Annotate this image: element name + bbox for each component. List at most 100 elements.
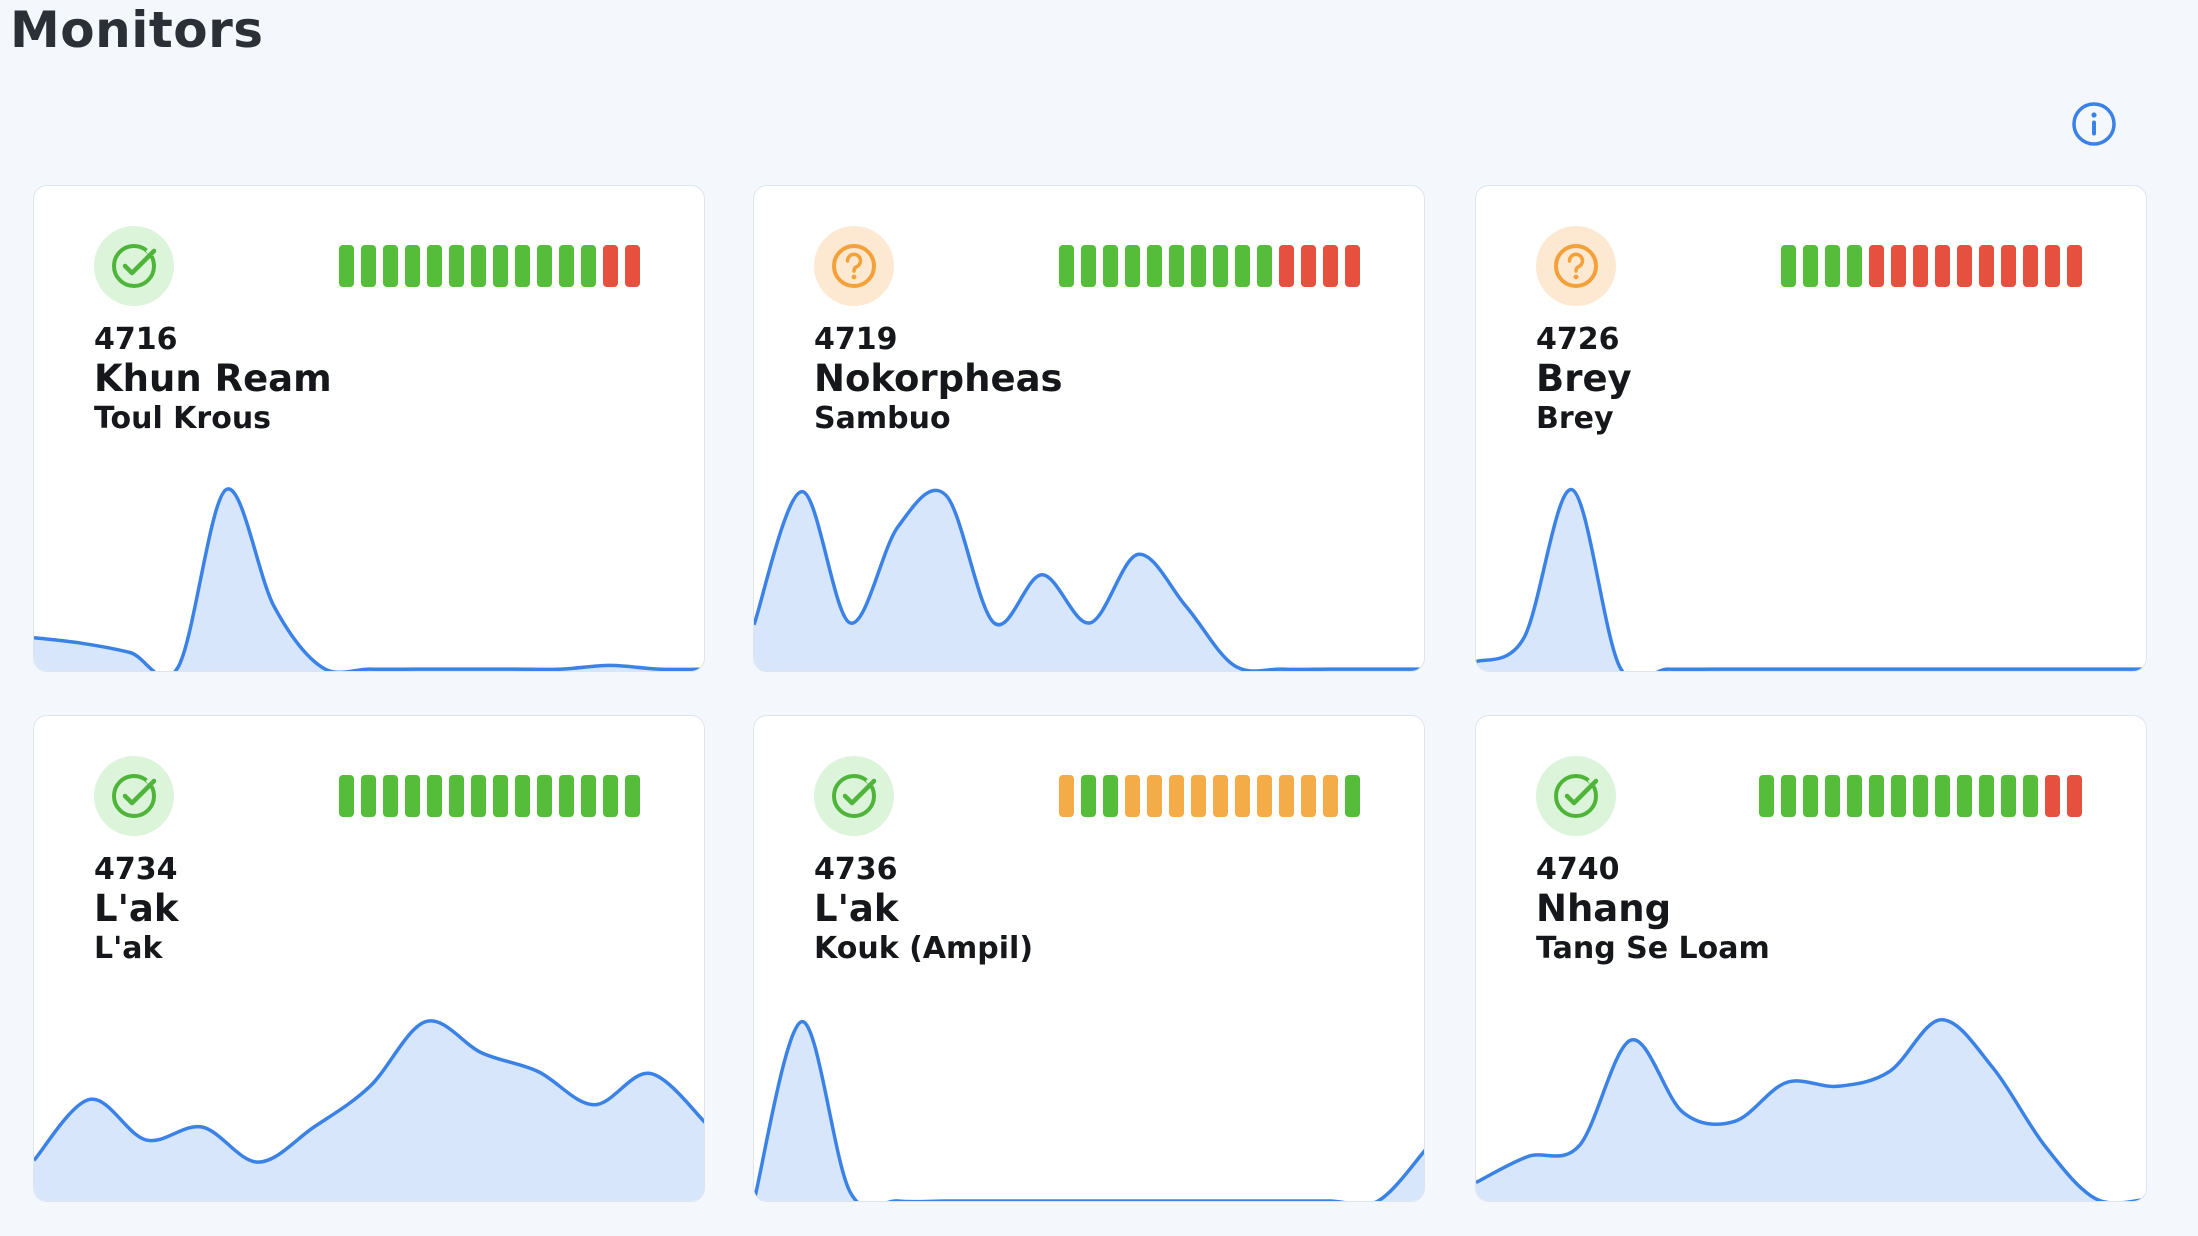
- history-bar-green: [1913, 775, 1928, 817]
- history-bar-green: [1169, 245, 1184, 287]
- history-bar-green: [339, 775, 354, 817]
- history-bar-red: [1323, 245, 1338, 287]
- trend-line: [34, 487, 704, 671]
- monitor-card[interactable]: 4740 Nhang Tang Se Loam: [1475, 715, 2147, 1202]
- monitor-id: 4716: [94, 322, 178, 357]
- trend-area: [34, 1020, 704, 1201]
- monitor-card[interactable]: 4736 L'ak Kouk (Ampil): [753, 715, 1425, 1202]
- info-button[interactable]: [2071, 101, 2117, 147]
- history-bar-green: [449, 245, 464, 287]
- history-bar-green: [581, 775, 596, 817]
- history-bar-green: [625, 775, 640, 817]
- history-bar-green: [1825, 775, 1840, 817]
- history-bar-green: [1235, 245, 1250, 287]
- history-bar-green: [405, 775, 420, 817]
- history-bar-orange: [1257, 775, 1272, 817]
- history-bar-green: [603, 775, 618, 817]
- history-bar-red: [1957, 245, 1972, 287]
- history-bar-green: [1781, 245, 1796, 287]
- history-bar-green: [1803, 775, 1818, 817]
- question-circle-icon: [814, 226, 894, 306]
- history-bar-red: [2045, 245, 2060, 287]
- history-bar-green: [1059, 245, 1074, 287]
- history-bar-green: [471, 775, 486, 817]
- monitor-name: L'ak: [814, 887, 899, 930]
- info-icon: [2072, 102, 2116, 146]
- monitor-id: 4736: [814, 852, 898, 887]
- history-bar-green: [1257, 245, 1272, 287]
- history-bar-green: [1847, 775, 1862, 817]
- trend-area: [754, 490, 1424, 671]
- history-bar-green: [1081, 775, 1096, 817]
- check-circle-icon: [94, 756, 174, 836]
- check-circle-icon: [814, 756, 894, 836]
- monitor-id: 4719: [814, 322, 898, 357]
- history-bar-green: [427, 775, 442, 817]
- history-bar-green: [1979, 775, 1994, 817]
- monitor-id: 4726: [1536, 322, 1620, 357]
- history-bar-orange: [1169, 775, 1184, 817]
- monitor-name: Nokorpheas: [814, 357, 1063, 400]
- history-bar-green: [537, 775, 552, 817]
- history-bar-green: [471, 245, 486, 287]
- monitor-card[interactable]: 4726 Brey Brey: [1475, 185, 2147, 672]
- history-bar-red: [603, 245, 618, 287]
- history-bar-orange: [1147, 775, 1162, 817]
- history-bar-green: [559, 245, 574, 287]
- history-bar-orange: [1279, 775, 1294, 817]
- monitor-card[interactable]: 4734 L'ak L'ak: [33, 715, 705, 1202]
- history-bar-green: [1103, 775, 1118, 817]
- history-bar-red: [1913, 245, 1928, 287]
- monitor-id: 4734: [94, 852, 178, 887]
- monitor-location: Brey: [1536, 401, 1614, 436]
- monitor-name: Brey: [1536, 357, 1632, 400]
- history-bar-green: [1147, 245, 1162, 287]
- history-bar-green: [537, 245, 552, 287]
- history-bar-red: [2067, 245, 2082, 287]
- history-bar-orange: [1191, 775, 1206, 817]
- monitor-name: L'ak: [94, 887, 179, 930]
- history-bar-green: [1781, 775, 1796, 817]
- monitor-card[interactable]: 4719 Nokorpheas Sambuo: [753, 185, 1425, 672]
- history-bar-green: [1935, 775, 1950, 817]
- history-bar-orange: [1213, 775, 1228, 817]
- history-bar-green: [581, 245, 596, 287]
- history-bar-green: [339, 245, 354, 287]
- monitor-location: Kouk (Ampil): [814, 931, 1034, 966]
- monitor-name: Khun Ream: [94, 357, 332, 400]
- history-bar-green: [559, 775, 574, 817]
- check-circle-icon: [1536, 756, 1616, 836]
- history-bar-green: [1125, 245, 1140, 287]
- history-bar-green: [1081, 245, 1096, 287]
- monitor-location: L'ak: [94, 931, 163, 966]
- history-bar-red: [1891, 245, 1906, 287]
- monitor-card[interactable]: 4716 Khun Ream Toul Krous: [33, 185, 705, 672]
- history-bar-green: [1869, 775, 1884, 817]
- history-bar-green: [1847, 245, 1862, 287]
- history-bar-orange: [1323, 775, 1338, 817]
- history-bar-green: [1191, 245, 1206, 287]
- history-bar-green: [1803, 245, 1818, 287]
- history-bar-green: [515, 775, 530, 817]
- trend-area: [754, 1021, 1424, 1201]
- history-bar-green: [1759, 775, 1774, 817]
- history-bar-red: [625, 245, 640, 287]
- history-bar-orange: [1125, 775, 1140, 817]
- history-bar-green: [2001, 775, 2016, 817]
- history-bar-red: [1979, 245, 1994, 287]
- history-bar-green: [1891, 775, 1906, 817]
- monitor-id: 4740: [1536, 852, 1620, 887]
- monitor-location: Tang Se Loam: [1536, 931, 1770, 966]
- history-bar-red: [2001, 245, 2016, 287]
- monitor-location: Toul Krous: [94, 401, 272, 436]
- history-bar-red: [2023, 245, 2038, 287]
- history-bar-red: [1279, 245, 1294, 287]
- history-bar-orange: [1235, 775, 1250, 817]
- monitor-location: Sambuo: [814, 401, 951, 436]
- history-bar-green: [515, 245, 530, 287]
- trend-area: [34, 489, 704, 671]
- history-bar-red: [1869, 245, 1884, 287]
- history-bar-green: [493, 245, 508, 287]
- history-bar-green: [1213, 245, 1228, 287]
- history-bar-orange: [1059, 775, 1074, 817]
